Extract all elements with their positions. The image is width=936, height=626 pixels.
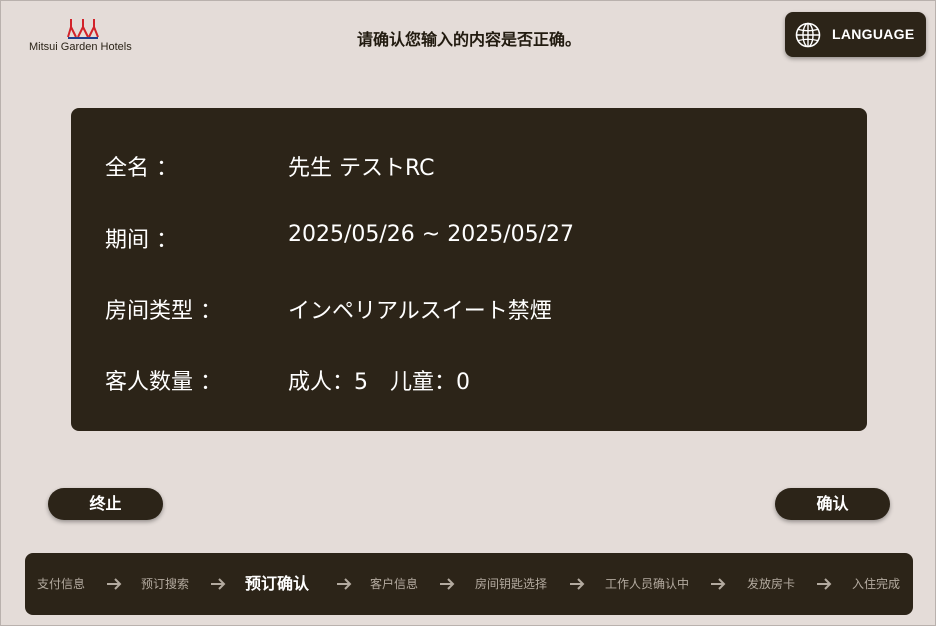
step-reservation-search: 预订搜索 [141,577,190,591]
confirm-button[interactable]: 确认 [775,488,890,520]
arrow-right-icon [817,578,832,590]
cancel-button[interactable]: 终止 [48,488,163,520]
info-row-period: 期间 ： 2025/05/26 ~ 2025/05/27 [71,216,867,256]
name-value: 先生 テストRC [288,156,435,181]
reservation-summary-card: 全名 ： 先生 テストRC 期间 ： 2025/05/26 ~ 2025/05/… [71,108,867,431]
room-type-label: 房间类型 ： [105,299,222,324]
step-room-key-select: 房间钥匙选择 [475,577,548,591]
arrow-right-icon [211,578,226,590]
arrow-right-icon [570,578,585,590]
language-label: LANGUAGE [832,26,915,42]
progress-steps: 支付信息 预订搜索 预订确认 客户信息 房间钥匙选择 工作人员确认中 发放房卡 … [25,553,913,615]
guests-label: 客人数量 ： [105,370,222,395]
info-row-guests: 客人数量 ： 成人：5 儿童：0 [71,358,867,398]
info-row-room-type: 房间类型 ： インペリアルスイート禁煙 [71,287,867,327]
guests-value: 成人：5 儿童：0 [288,370,470,395]
step-staff-confirming: 工作人员确认中 [605,577,690,591]
screen: Mitsui Garden Hotels 请确认您输入的内容是否正确。 LANG… [0,0,936,626]
name-label: 全名 ： [105,156,178,181]
room-type-value: インペリアルスイート禁煙 [288,299,552,324]
info-row-name: 全名 ： 先生 テストRC [71,144,867,184]
globe-icon [795,22,821,48]
step-reservation-confirm: 预订确认 [245,574,310,593]
arrow-right-icon [337,578,352,590]
period-label: 期间 ： [105,228,178,253]
arrow-right-icon [440,578,455,590]
step-issue-card: 发放房卡 [747,577,796,591]
step-guest-info: 客户信息 [370,577,419,591]
arrow-right-icon [107,578,122,590]
step-checkin-complete: 入住完成 [852,577,901,591]
step-payment-info: 支付信息 [37,577,86,591]
language-button[interactable]: LANGUAGE [785,12,926,57]
arrow-right-icon [711,578,726,590]
period-value: 2025/05/26 ~ 2025/05/27 [288,222,575,247]
